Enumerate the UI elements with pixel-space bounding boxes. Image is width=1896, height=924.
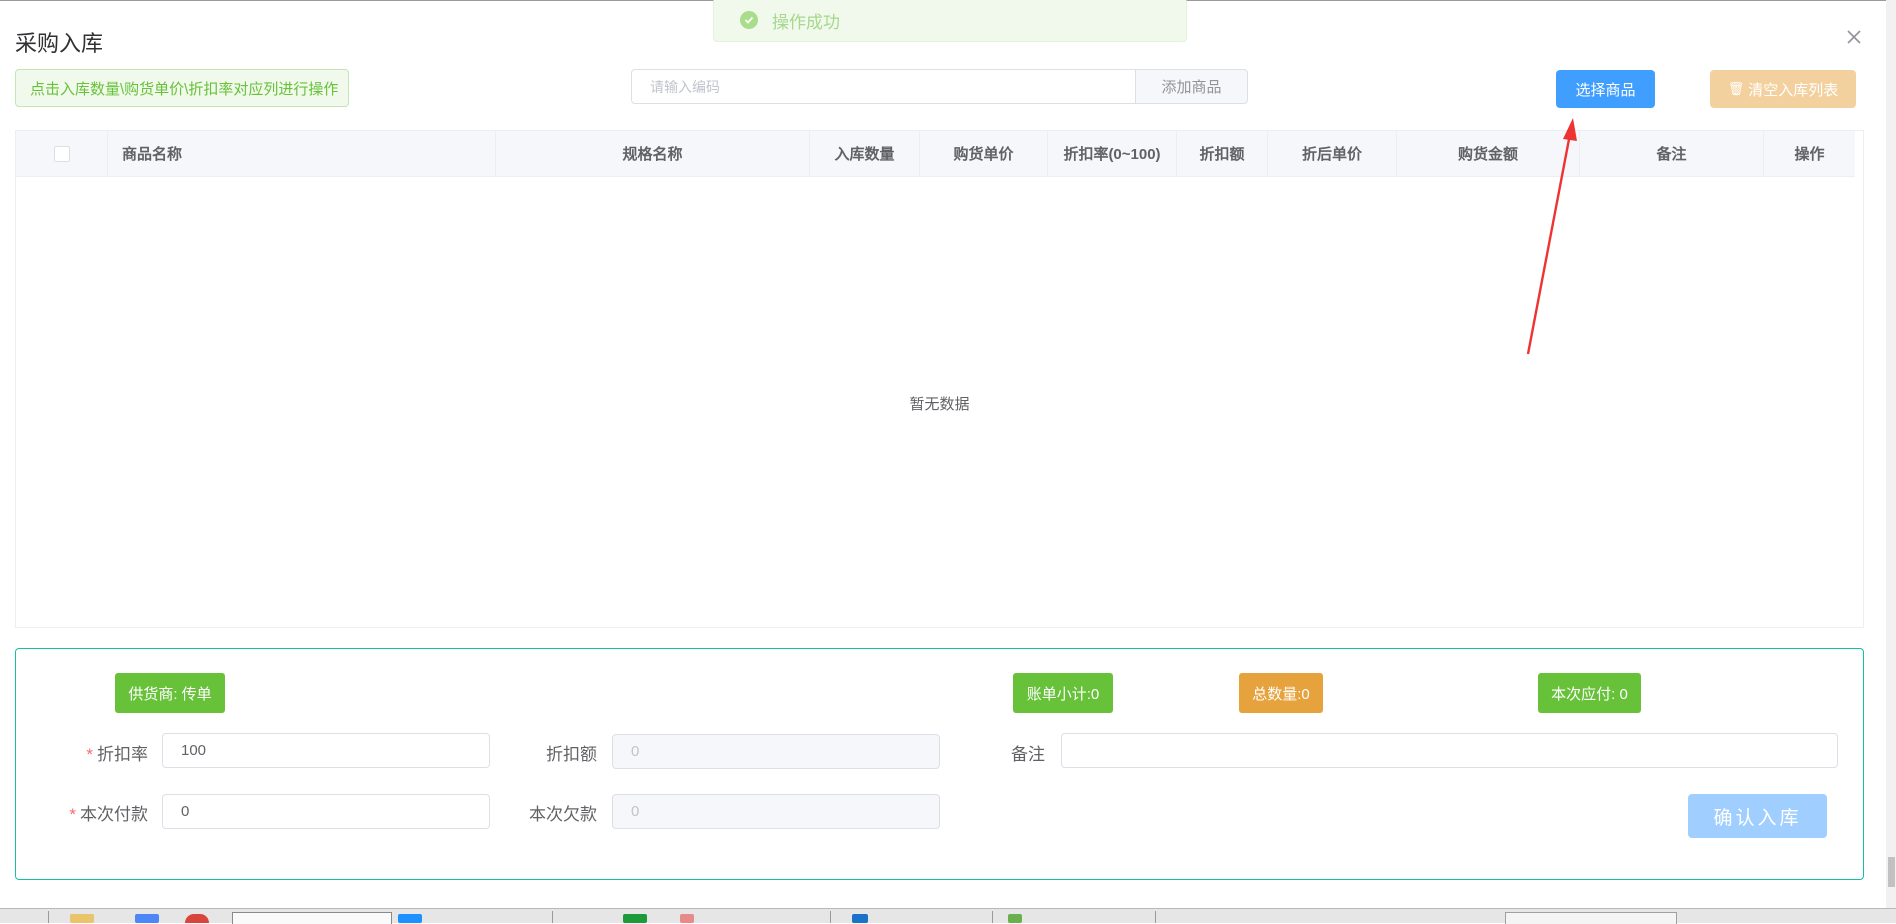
remark-input[interactable] — [1061, 733, 1838, 768]
select-product-button[interactable]: 选择商品 — [1556, 70, 1655, 108]
column-header[interactable]: 折扣率(0~100) — [1048, 131, 1177, 176]
supplier-tag: 供货商: 传单 — [115, 673, 225, 713]
column-header[interactable]: 购货单价 — [920, 131, 1048, 176]
taskbar-tray — [1505, 912, 1677, 924]
success-toast: 操作成功 — [713, 0, 1187, 42]
operation-tip: 点击入库数量\购货单价\折扣率对应列进行操作 — [15, 69, 349, 107]
code-search-group: 添加商品 — [631, 69, 1248, 104]
required-mark: * — [86, 745, 93, 764]
column-header[interactable]: 入库数量 — [810, 131, 920, 176]
taskbar-separator — [48, 911, 49, 923]
scrollbar-thumb[interactable] — [1888, 857, 1895, 887]
payment-label: * 本次付款 — [69, 805, 148, 824]
confirm-inbound-button[interactable]: 确认入库 — [1688, 794, 1827, 838]
toast-message: 操作成功 — [772, 12, 840, 32]
check-circle-icon — [740, 11, 758, 29]
select-all-cell — [16, 131, 108, 176]
taskbar-separator — [1155, 911, 1156, 923]
column-header[interactable]: 商品名称 — [108, 131, 496, 176]
trash-icon: 🗑 — [1727, 81, 1745, 96]
remark-label: 备注 — [1011, 745, 1045, 764]
add-product-button[interactable]: 添加商品 — [1135, 69, 1248, 104]
dialog-title: 采购入库 — [15, 31, 104, 56]
code-input[interactable] — [631, 69, 1135, 104]
select-all-checkbox[interactable] — [53, 145, 70, 162]
column-header[interactable]: 规格名称 — [496, 131, 810, 176]
close-icon[interactable] — [1843, 26, 1865, 48]
discount-rate-label: * 折扣率 — [86, 745, 148, 764]
arrears-input: 0 — [612, 794, 940, 829]
discount-amount-input: 0 — [612, 734, 940, 769]
payable-tag: 本次应付: 0 — [1538, 673, 1641, 713]
taskbar-separator — [830, 911, 831, 923]
taskbar-separator — [552, 911, 553, 923]
column-header[interactable]: 折扣额 — [1177, 131, 1268, 176]
empty-state-text: 暂无数据 — [909, 396, 970, 413]
total-quantity-tag: 总数量:0 — [1239, 673, 1323, 713]
discount-amount-label: 折扣额 — [546, 745, 597, 764]
taskbar-separator — [992, 911, 993, 923]
payment-input[interactable]: 0 — [162, 794, 490, 829]
discount-rate-input[interactable]: 100 — [162, 733, 490, 768]
column-header[interactable]: 操作 — [1764, 131, 1855, 176]
clear-list-label: 清空入库列表 — [1748, 81, 1839, 99]
column-header[interactable]: 备注 — [1580, 131, 1764, 176]
bill-subtotal-tag: 账单小计:0 — [1013, 673, 1113, 713]
column-header[interactable]: 折后单价 — [1268, 131, 1397, 176]
annotation-arrow-icon — [1526, 118, 1577, 355]
product-table: 商品名称 规格名称 入库数量 购货单价 折扣率(0~100) 折扣额 折后单价 … — [15, 130, 1864, 628]
page-scrollbar[interactable] — [1886, 0, 1896, 910]
required-mark: * — [69, 805, 76, 824]
clear-list-button[interactable]: 🗑 清空入库列表 — [1710, 70, 1856, 108]
arrears-label: 本次欠款 — [529, 805, 597, 824]
os-taskbar — [0, 908, 1896, 924]
taskbar-active-window[interactable] — [232, 912, 392, 924]
